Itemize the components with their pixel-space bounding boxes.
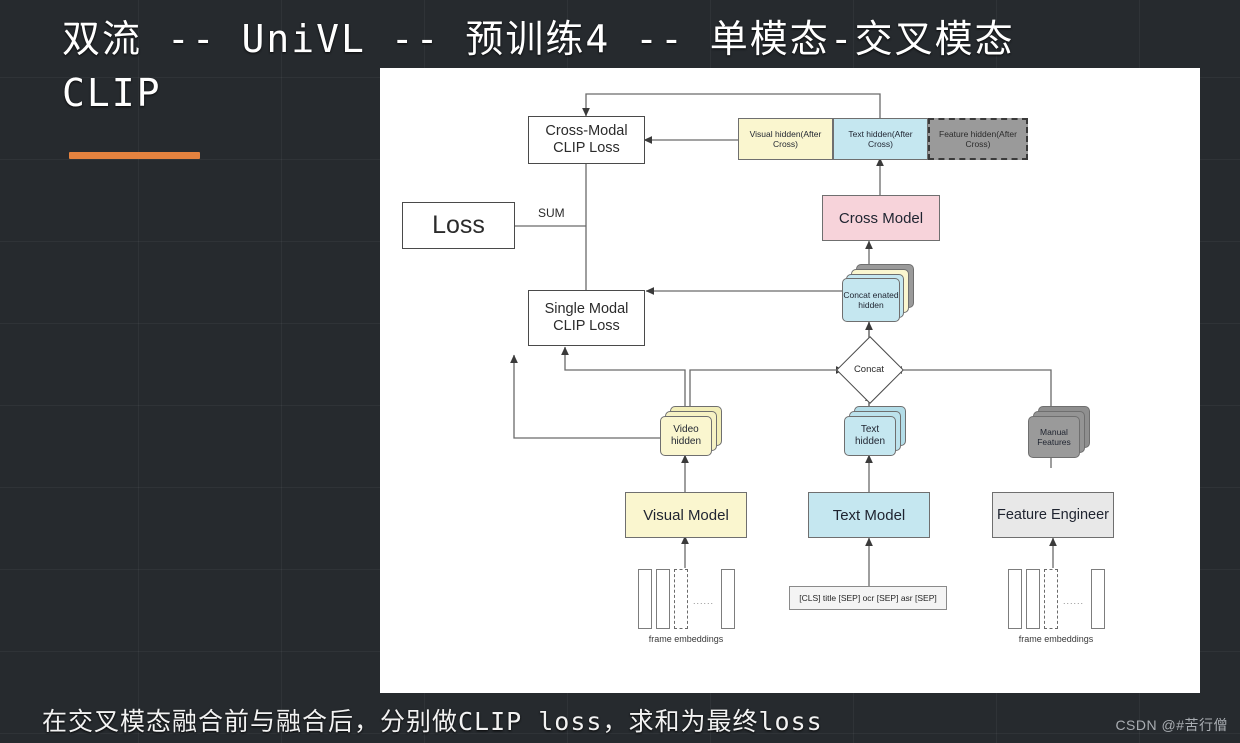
node-video-hidden-front: Video hidden [660,416,712,456]
diagram-panel: Cross-Modal CLIP Loss Loss SUM Single Mo… [380,68,1200,693]
node-text-model: Text Model [808,492,930,538]
node-feature-engineer-label: Feature Engineer [996,506,1110,523]
node-concatenated-hidden-label: Concat enated hidden [843,290,899,310]
frame-embeddings-right-label: frame embeddings [1018,634,1094,644]
node-text-hidden-after-cross: Text hidden(After Cross) [833,118,928,160]
input-text-sequence: [CLS] title [SEP] ocr [SEP] asr [SEP] [789,586,947,610]
node-visual-model-label: Visual Model [643,506,729,524]
frame-ellipsis-left: ...... [693,596,715,606]
frame-bar-r-dashed [1044,569,1058,629]
frame-bar-r-last [1091,569,1105,629]
architecture-diagram: Cross-Modal CLIP Loss Loss SUM Single Mo… [380,68,1200,693]
edge-label-sum: SUM [538,206,565,220]
frame-bar-last [721,569,735,629]
node-manual-features: Manual Features [1028,406,1090,458]
node-feature-hidden-after-cross: Feature hidden(After Cross) [928,118,1028,160]
node-cross-model-label: Cross Model [838,209,924,227]
input-text-sequence-label: [CLS] title [SEP] ocr [SEP] asr [SEP] [799,593,937,603]
frame-embeddings-left-label: frame embeddings [648,634,724,644]
node-cross-modal-clip-loss: Cross-Modal CLIP Loss [528,116,645,164]
frame-bar-1 [638,569,652,629]
node-manual-features-label: Manual Features [1037,427,1071,447]
node-text-hidden-after-cross-label: Text hidden(After Cross) [848,129,913,149]
node-concat-label-wrap: Concat [846,346,892,392]
node-feature-engineer: Feature Engineer [992,492,1114,538]
node-single-modal-clip-loss: Single Modal CLIP Loss [528,290,645,346]
node-concat-diamond: Concat [836,336,904,404]
node-concat-label: Concat [853,363,885,375]
node-visual-model: Visual Model [625,492,747,538]
node-visual-hidden-after-cross: Visual hidden(After Cross) [738,118,833,160]
node-video-hidden-label: Video hidden [670,424,702,447]
node-loss-label: Loss [432,211,485,239]
node-text-hidden-front: Text hidden [844,416,896,456]
node-concatenated-hidden-front: Concat enated hidden [842,278,900,322]
node-feature-hidden-after-cross-label: Feature hidden(After Cross) [939,129,1017,149]
frame-bar-2 [656,569,670,629]
frame-ellipsis-right: ...... [1063,596,1085,606]
node-video-hidden: Video hidden [660,406,722,456]
node-text-model-label: Text Model [832,506,906,524]
node-text-hidden: Text hidden [844,406,906,456]
frame-bar-dashed [674,569,688,629]
node-text-hidden-label: Text hidden [854,424,886,447]
node-visual-hidden-after-cross-label: Visual hidden(After Cross) [749,129,822,149]
node-concatenated-hidden: Concat enated hidden [842,264,914,322]
node-loss: Loss [402,202,515,249]
frame-bar-r1 [1008,569,1022,629]
watermark: CSDN @#苦行僧 [1115,717,1228,733]
node-manual-features-front: Manual Features [1028,416,1080,458]
title-accent-underline [69,152,200,159]
node-single-modal-clip-loss-label: Single Modal CLIP Loss [544,301,629,334]
slide-caption: 在交叉模态融合前与融合后，分别做CLIP loss，求和为最终loss [42,707,823,736]
node-cross-model: Cross Model [822,195,940,241]
node-cross-modal-clip-loss-label: Cross-Modal CLIP Loss [545,123,628,156]
frame-bar-r2 [1026,569,1040,629]
